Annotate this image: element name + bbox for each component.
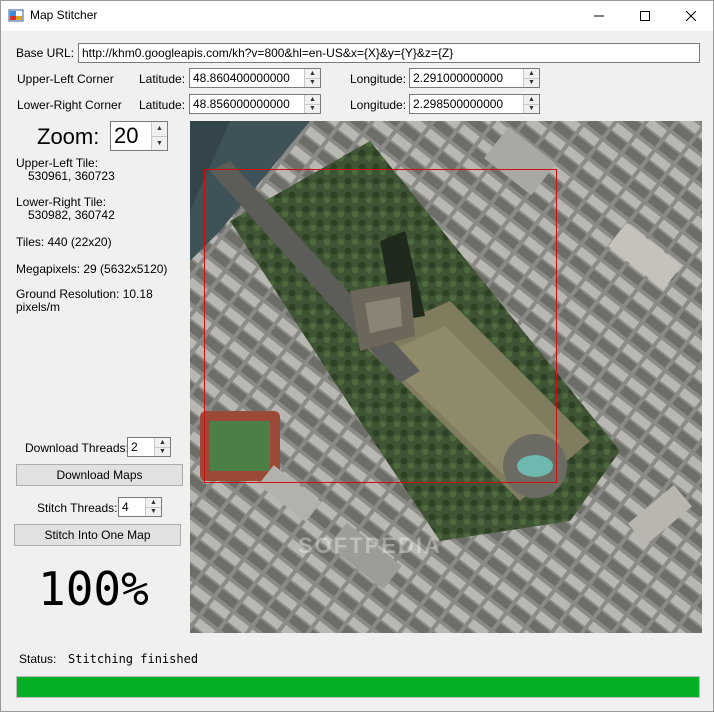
app-icon — [8, 8, 24, 24]
minimize-button[interactable] — [576, 0, 622, 31]
stitch-threads-stepper[interactable]: 4 ▲ ▼ — [118, 497, 162, 517]
stitch-threads-value[interactable]: 4 — [119, 498, 145, 516]
softpedia-watermark: SOFTPEDIA — [298, 533, 442, 558]
progress-bar — [16, 676, 700, 698]
upper-left-tile-value: 530961, 360723 — [28, 169, 115, 183]
maximize-button[interactable] — [622, 0, 668, 31]
spin-up-icon[interactable]: ▲ — [524, 69, 539, 79]
upper-left-tile-label: Upper-Left Tile: — [16, 156, 99, 170]
ground-resolution-info: Ground Resolution: 10.18 — [16, 287, 153, 301]
megapixels-info: Megapixels: 29 (5632x5120) — [16, 262, 168, 276]
spin-up-icon[interactable]: ▲ — [305, 95, 320, 105]
upper-left-lon-label: Longitude: — [350, 72, 407, 86]
spin-up-icon[interactable]: ▲ — [152, 122, 167, 137]
spin-up-icon[interactable]: ▲ — [155, 438, 170, 448]
lower-right-tile-label: Lower-Right Tile: — [16, 195, 107, 209]
lower-right-lon-label: Longitude: — [350, 98, 407, 112]
download-threads-label: Download Threads: — [25, 441, 129, 455]
upper-left-lat-label: Latitude: — [139, 72, 186, 86]
lower-right-lon-value[interactable]: 2.298500000000 — [410, 95, 523, 113]
spin-up-icon[interactable]: ▲ — [146, 498, 161, 508]
close-button[interactable] — [668, 0, 714, 31]
lower-right-lon-stepper[interactable]: 2.298500000000 ▲ ▼ — [409, 94, 540, 114]
tiles-info: Tiles: 440 (22x20) — [16, 235, 112, 249]
upper-left-lon-value[interactable]: 2.291000000000 — [410, 69, 523, 87]
progress-bar-fill — [17, 677, 699, 697]
spin-down-icon[interactable]: ▼ — [305, 78, 320, 87]
spin-down-icon[interactable]: ▼ — [146, 507, 161, 516]
spin-down-icon[interactable]: ▼ — [152, 136, 167, 150]
download-threads-stepper[interactable]: 2 ▲ ▼ — [127, 437, 171, 457]
upper-left-lat-stepper[interactable]: 48.860400000000 ▲ ▼ — [189, 68, 321, 88]
download-maps-button[interactable]: Download Maps — [16, 464, 183, 486]
zoom-value[interactable]: 20 — [111, 122, 151, 150]
lower-right-corner-label: Lower-Right Corner — [17, 98, 122, 112]
stitch-button[interactable]: Stitch Into One Map — [14, 524, 181, 546]
status-text: Stitching finished — [68, 652, 199, 666]
spin-up-icon[interactable]: ▲ — [524, 95, 539, 105]
base-url-input[interactable]: http://khm0.googleapis.com/kh?v=800&hl=e… — [78, 43, 700, 63]
stitch-threads-label: Stitch Threads: — [37, 501, 118, 515]
lower-right-tile-value: 530982, 360742 — [28, 208, 115, 222]
status-label: Status: — [19, 652, 57, 666]
lower-right-lat-label: Latitude: — [139, 98, 186, 112]
lower-right-lat-stepper[interactable]: 48.856000000000 ▲ ▼ — [189, 94, 321, 114]
spin-down-icon[interactable]: ▼ — [305, 104, 320, 113]
lower-right-lat-value[interactable]: 48.856000000000 — [190, 95, 304, 113]
upper-left-corner-label: Upper-Left Corner — [17, 72, 114, 86]
zoom-label: Zoom: — [37, 124, 100, 149]
upper-left-lat-value[interactable]: 48.860400000000 — [190, 69, 304, 87]
window-title: Map Stitcher — [30, 8, 98, 22]
spin-down-icon[interactable]: ▼ — [155, 447, 170, 456]
spin-up-icon[interactable]: ▲ — [305, 69, 320, 79]
spin-down-icon[interactable]: ▼ — [524, 78, 539, 87]
zoom-stepper[interactable]: 20 ▲ ▼ — [110, 121, 168, 151]
upper-left-lon-stepper[interactable]: 2.291000000000 ▲ ▼ — [409, 68, 540, 88]
map-preview[interactable]: SOFTPEDIA — [190, 121, 702, 633]
base-url-label: Base URL: — [16, 46, 75, 60]
progress-percent: 100% — [38, 562, 149, 616]
ground-resolution-unit: pixels/m — [16, 300, 61, 314]
satellite-map-image: SOFTPEDIA — [190, 121, 702, 633]
download-threads-value[interactable]: 2 — [128, 438, 154, 456]
spin-down-icon[interactable]: ▼ — [524, 104, 539, 113]
